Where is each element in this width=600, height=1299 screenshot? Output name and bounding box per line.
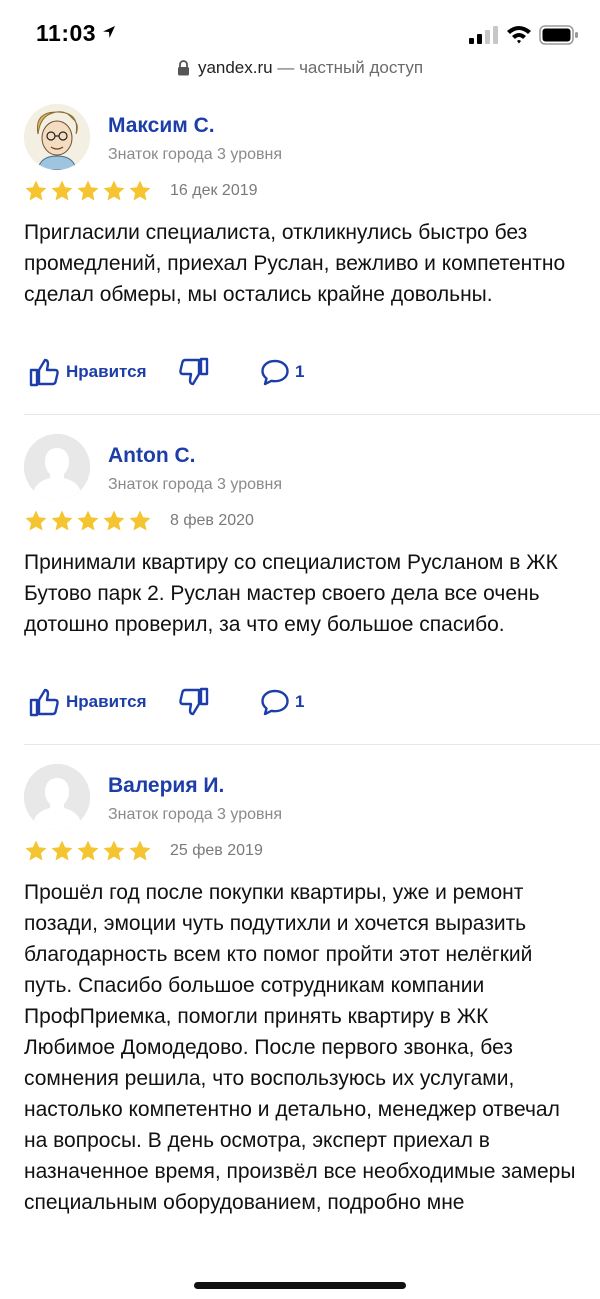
review-text: Принимали квартиру со специалистом Русла… (24, 551, 558, 636)
home-indicator[interactable] (194, 1282, 406, 1289)
star-icon (77, 180, 99, 201)
location-arrow-icon (103, 26, 115, 38)
star-icon (77, 840, 99, 861)
thumbs-up-icon (29, 358, 59, 387)
reviewer-level: Знаток города 3 уровня (108, 806, 283, 823)
like-button[interactable]: Нравится (28, 356, 147, 388)
review-divider (24, 744, 600, 745)
rating-stars (24, 179, 152, 203)
status-bar: 11:03 (0, 0, 600, 64)
reviewer-name[interactable]: Максим С. (108, 114, 215, 138)
star-icon (129, 180, 151, 201)
comment-icon (261, 359, 289, 386)
status-time: 11:03 (36, 20, 97, 46)
review-text: Прошёл год после покупки квартиры, уже и… (24, 881, 576, 1214)
comment-count: 1 (295, 692, 305, 711)
reviewer-name[interactable]: Валерия И. (108, 774, 224, 798)
star-icon (129, 840, 151, 861)
url-domain: yandex.ru (197, 58, 273, 77)
review-text: Пригласили специалиста, откликнулись быс… (24, 221, 566, 306)
comment-button[interactable]: 1 (260, 358, 304, 386)
review-date: 8 фев 2020 (170, 512, 254, 529)
star-icon (25, 180, 47, 201)
reviewer-name[interactable]: Anton C. (108, 444, 195, 468)
star-icon (103, 180, 125, 201)
avatar-cartoon-icon (24, 104, 90, 170)
review-date: 16 дек 2019 (170, 182, 258, 199)
like-button[interactable]: Нравится (28, 686, 147, 718)
comment-count: 1 (295, 362, 305, 381)
star-icon (103, 840, 125, 861)
default-avatar-icon (24, 764, 90, 830)
reviews-list: Максим С. Знаток города 3 уровня 16 дек … (0, 92, 600, 1299)
thumbs-up-icon (29, 688, 59, 717)
avatar[interactable] (24, 104, 90, 170)
url-bar[interactable]: yandex.ru — частный доступ (0, 58, 600, 92)
star-icon (103, 510, 125, 531)
avatar[interactable] (24, 764, 90, 830)
like-label: Нравится (66, 362, 147, 381)
comment-icon (261, 689, 289, 716)
dislike-button[interactable] (178, 686, 210, 723)
review-divider (24, 414, 600, 415)
thumbs-down-icon (179, 357, 209, 386)
avatar[interactable] (24, 434, 90, 500)
review-actions: Нравится 1 (24, 686, 584, 720)
rating-stars (24, 509, 152, 533)
cellular-signal-icon (469, 26, 498, 44)
url-private-label: — частный доступ (277, 58, 424, 77)
star-icon (51, 510, 73, 531)
dislike-button[interactable] (178, 356, 210, 393)
battery-icon (539, 25, 578, 45)
lock-icon (177, 60, 189, 76)
star-icon (129, 510, 151, 531)
star-icon (51, 180, 73, 201)
thumbs-down-icon (179, 687, 209, 716)
reviewer-level: Знаток города 3 уровня (108, 146, 283, 163)
reviewer-level: Знаток города 3 уровня (108, 476, 283, 493)
like-label: Нравится (66, 692, 147, 711)
star-icon (25, 840, 47, 861)
default-avatar-icon (24, 434, 90, 500)
review-date: 25 фев 2019 (170, 842, 263, 859)
comment-button[interactable]: 1 (260, 688, 304, 716)
star-icon (25, 510, 47, 531)
rating-stars (24, 839, 152, 863)
wifi-icon (507, 26, 531, 44)
review-actions: Нравится 1 (24, 356, 584, 390)
star-icon (51, 840, 73, 861)
star-icon (77, 510, 99, 531)
